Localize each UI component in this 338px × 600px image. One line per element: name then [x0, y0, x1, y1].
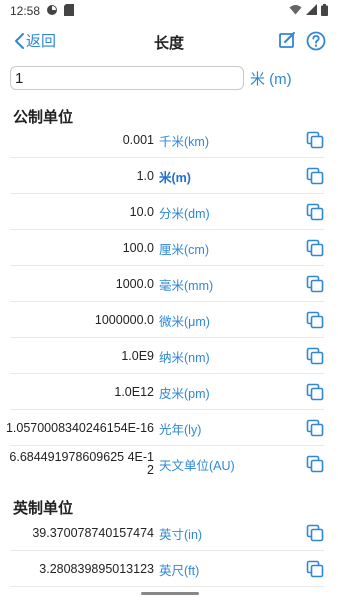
- copy-icon: [306, 131, 324, 149]
- copy-icon: [306, 347, 324, 365]
- copy-icon: [306, 275, 324, 293]
- unit-value: 3.280839895013123: [39, 561, 154, 576]
- metric-unit-list: 0.001 千米(km) 1.0 米(m) 10.0 分米(dm) 100.0 …: [0, 122, 338, 482]
- unit-name[interactable]: 分米(dm): [159, 194, 210, 230]
- copy-icon: [306, 383, 324, 401]
- unit-value: 1.0E9: [121, 348, 154, 363]
- input-unit-label[interactable]: 米 (m): [250, 68, 292, 89]
- copy-icon: [306, 239, 324, 257]
- unit-name[interactable]: 厘米(cm): [159, 230, 209, 266]
- unit-name[interactable]: 英寸(in): [159, 515, 202, 551]
- unit-row-pm: 1.0E12 皮米(pm): [10, 374, 324, 410]
- unit-value: 6.684491978609625 4E-12: [9, 450, 154, 477]
- unit-value: 100.0: [122, 240, 154, 255]
- unit-name[interactable]: 英尺(ft): [159, 551, 199, 587]
- help-icon: [306, 31, 326, 51]
- signal-icon: [306, 4, 317, 18]
- copy-icon: [306, 524, 324, 542]
- copy-icon: [306, 419, 324, 437]
- copy-button[interactable]: [306, 275, 324, 293]
- unit-row-m: 1.0 米(m): [10, 158, 324, 194]
- copy-button[interactable]: [306, 383, 324, 401]
- copy-button[interactable]: [306, 131, 324, 149]
- copy-button[interactable]: [306, 167, 324, 185]
- imperial-unit-list: 39.370078740157474 英寸(in) 3.280839895013…: [0, 515, 338, 587]
- copy-button[interactable]: [306, 524, 324, 542]
- copy-icon: [306, 560, 324, 578]
- wifi-icon: [289, 4, 302, 18]
- status-time: 12:58: [10, 4, 41, 18]
- unit-name[interactable]: 皮米(pm): [159, 374, 210, 410]
- unit-name[interactable]: 纳米(nm): [159, 338, 210, 374]
- unit-name[interactable]: 天文单位(AU): [159, 446, 235, 482]
- unit-value: 10.0: [129, 204, 154, 219]
- status-left: 12:58: [10, 3, 75, 19]
- status-right: [289, 3, 328, 19]
- unit-name[interactable]: 米(m): [159, 158, 191, 194]
- copy-button[interactable]: [306, 203, 324, 221]
- sync-status-icon: [46, 4, 58, 19]
- status-bar: 12:58: [0, 0, 338, 22]
- battery-icon: [321, 3, 328, 19]
- unit-row-au: 6.684491978609625 4E-12 天文单位(AU): [9, 446, 324, 482]
- edit-button[interactable]: [278, 31, 296, 54]
- unit-row-km: 0.001 千米(km): [10, 122, 324, 158]
- copy-icon: [306, 167, 324, 185]
- edit-icon: [279, 32, 295, 48]
- unit-row-nm: 1.0E9 纳米(nm): [10, 338, 324, 374]
- unit-value: 1000000.0: [94, 312, 154, 327]
- unit-row-cm: 100.0 厘米(cm): [10, 230, 324, 266]
- unit-row-ly: 1.0570008340246154E-16 光年(ly): [6, 410, 324, 446]
- unit-value: 0.001: [122, 132, 154, 147]
- help-button[interactable]: [306, 31, 326, 56]
- unit-row-in: 39.370078740157474 英寸(in): [10, 515, 324, 551]
- unit-value: 39.370078740157474: [32, 525, 154, 540]
- copy-icon: [306, 311, 324, 329]
- unit-row-dm: 10.0 分米(dm): [10, 194, 324, 230]
- unit-row-ft: 3.280839895013123 英尺(ft): [10, 551, 324, 587]
- home-indicator[interactable]: [141, 592, 199, 595]
- unit-value: 1000.0: [115, 276, 154, 291]
- back-label: 返回: [26, 33, 57, 50]
- copy-button[interactable]: [306, 347, 324, 365]
- length-input[interactable]: [10, 66, 244, 90]
- copy-icon: [306, 455, 324, 473]
- input-row: 米 (m): [10, 64, 328, 92]
- sd-card-icon: [64, 3, 75, 19]
- nav-bar: 返回 长度: [0, 26, 338, 58]
- chevron-left-icon: [15, 32, 24, 49]
- unit-value: 1.0: [136, 168, 154, 183]
- unit-name[interactable]: 微米(μm): [159, 302, 210, 338]
- unit-row-mm: 1000.0 毫米(mm): [10, 266, 324, 302]
- copy-button[interactable]: [306, 455, 324, 473]
- back-button[interactable]: 返回: [14, 30, 56, 51]
- unit-name[interactable]: 光年(ly): [159, 410, 201, 446]
- unit-name[interactable]: 毫米(mm): [159, 266, 213, 302]
- copy-button[interactable]: [306, 239, 324, 257]
- unit-value: 1.0570008340246154E-16: [5, 420, 154, 435]
- unit-row-um: 1000000.0 微米(μm): [10, 302, 324, 338]
- copy-button[interactable]: [306, 419, 324, 437]
- unit-value: 1.0E12: [114, 384, 154, 399]
- unit-name[interactable]: 千米(km): [159, 122, 209, 158]
- copy-button[interactable]: [306, 311, 324, 329]
- copy-button[interactable]: [306, 560, 324, 578]
- copy-icon: [306, 203, 324, 221]
